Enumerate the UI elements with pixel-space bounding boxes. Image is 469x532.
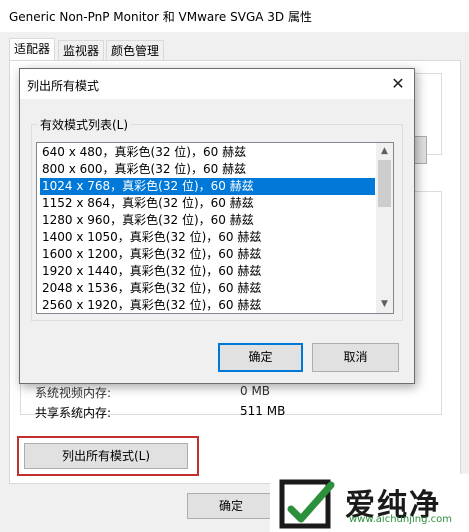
scroll-down-arrow-icon[interactable]: ▼ [376, 296, 393, 313]
modes-group-label: 有效模式列表(L) [37, 116, 132, 133]
shared-system-memory-value: 511 MB [240, 404, 286, 418]
system-video-memory-value: 0 MB [240, 384, 271, 398]
list-item[interactable]: 2048 x 1536，真彩色(32 位)，60 赫兹 [40, 280, 375, 297]
close-icon[interactable]: ✕ [384, 71, 412, 97]
list-item[interactable]: 1600 x 1200，真彩色(32 位)，60 赫兹 [40, 246, 375, 263]
list-all-modes-button[interactable]: 列出所有模式(L) [24, 443, 188, 469]
list-item[interactable]: 1400 x 1050，真彩色(32 位)，60 赫兹 [40, 229, 375, 246]
window-title: Generic Non-PnP Monitor 和 VMware SVGA 3D… [9, 10, 312, 24]
dialog-cancel-button[interactable]: 取消 [312, 343, 399, 372]
list-item[interactable]: 1920 x 1440，真彩色(32 位)，60 赫兹 [40, 263, 375, 280]
list-item[interactable]: 2560 x 1920，真彩色(32 位)，60 赫兹 [40, 297, 375, 313]
tab-monitor[interactable]: 监视器 [58, 40, 105, 61]
shared-system-memory-label: 共享系统内存: [35, 406, 112, 420]
list-item-selected[interactable]: 1024 x 768，真彩色(32 位)，60 赫兹 [40, 178, 375, 195]
dialog-title-bar: 列出所有模式 ✕ [20, 69, 414, 99]
dialog-title: 列出所有模式 [27, 79, 100, 93]
window-title-bar: Generic Non-PnP Monitor 和 VMware SVGA 3D… [0, 0, 469, 32]
tab-color-management[interactable]: 颜色管理 [106, 40, 165, 61]
watermark-logo-icon [279, 479, 335, 529]
system-video-memory-label: 系统视频内存: [35, 386, 112, 400]
list-all-modes-dialog: 列出所有模式 ✕ 有效模式列表(L) 640 x 480，真彩色(32 位)，6… [19, 68, 415, 384]
list-item[interactable]: 640 x 480，真彩色(32 位)，60 赫兹 [40, 144, 375, 161]
list-item[interactable]: 800 x 600，真彩色(32 位)，60 赫兹 [40, 161, 375, 178]
watermark-url: www.aichunjing.com [349, 514, 452, 525]
tab-adapter[interactable]: 适配器 [9, 38, 56, 61]
dialog-ok-button[interactable]: 确定 [218, 343, 303, 372]
modes-list[interactable]: 640 x 480，真彩色(32 位)，60 赫兹 800 x 600，真彩色(… [36, 142, 394, 314]
list-item[interactable]: 1280 x 960，真彩色(32 位)，60 赫兹 [40, 212, 375, 229]
modes-list-scrollbar[interactable]: ▲ ▼ [376, 143, 393, 313]
scroll-up-arrow-icon[interactable]: ▲ [376, 143, 393, 160]
ok-button[interactable]: 确定 [187, 493, 275, 519]
list-item[interactable]: 1152 x 864，真彩色(32 位)，60 赫兹 [40, 195, 375, 212]
scrollbar-thumb[interactable] [378, 160, 391, 207]
